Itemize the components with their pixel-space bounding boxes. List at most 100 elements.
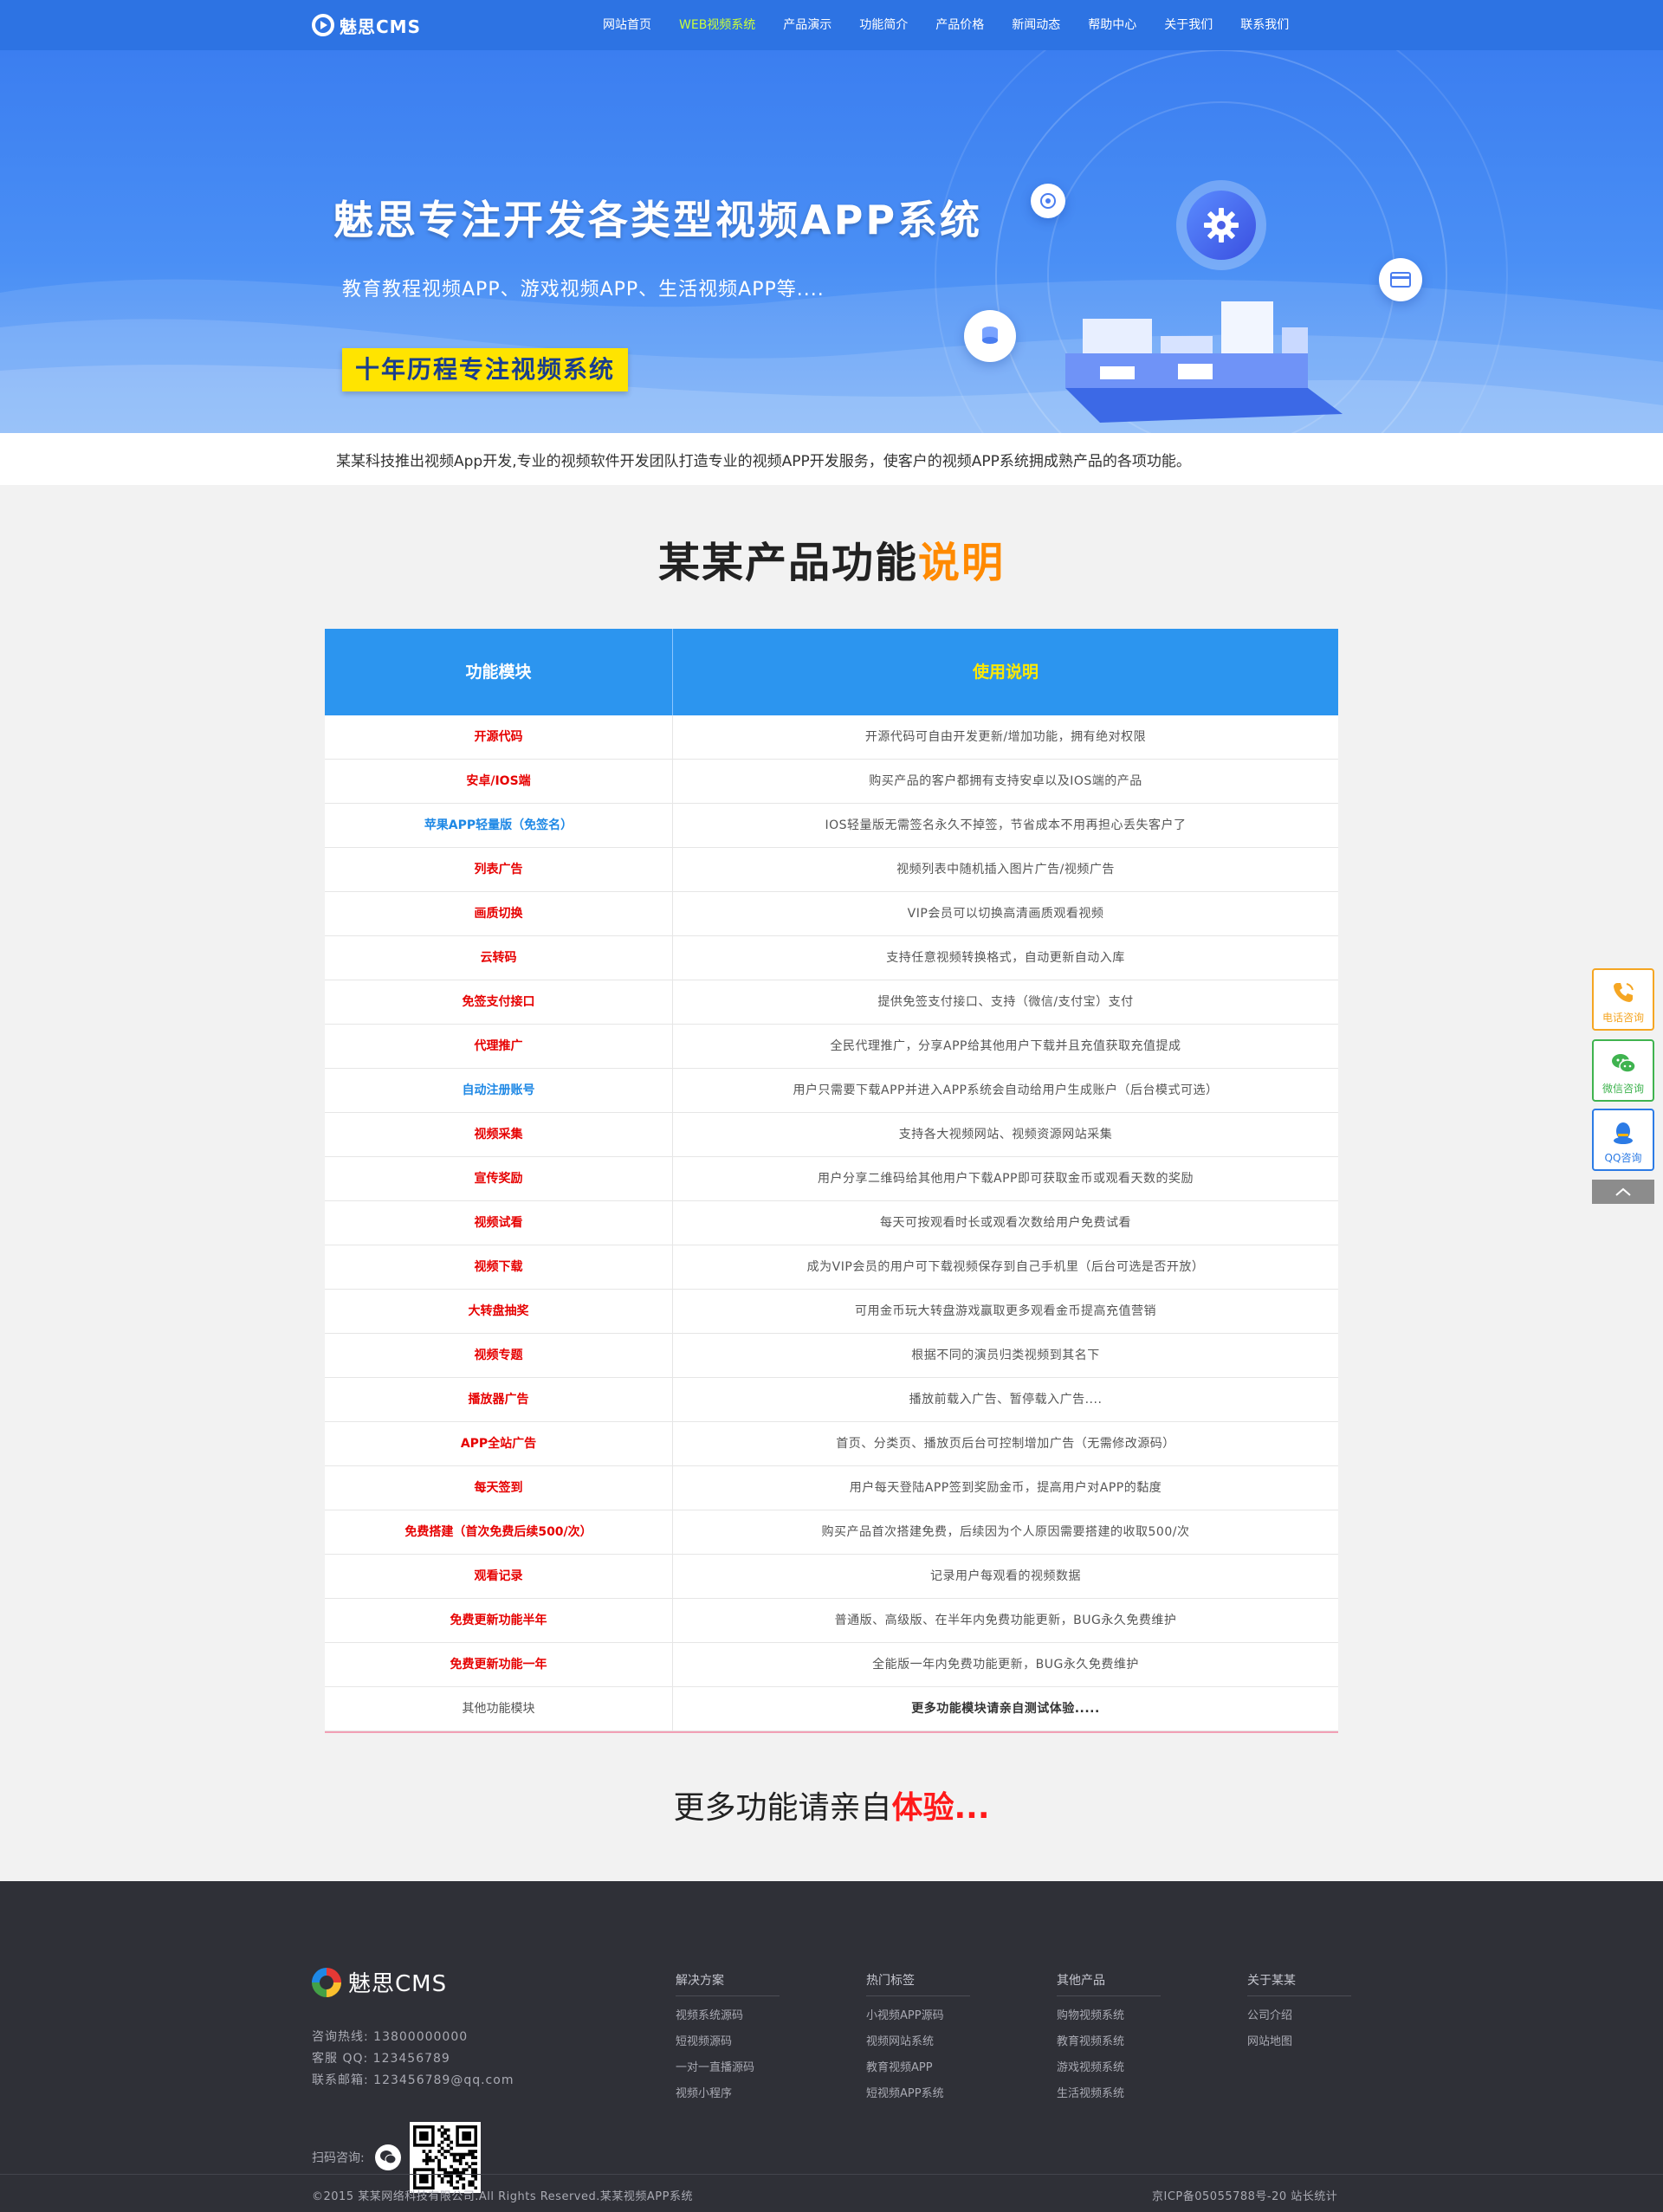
footer-link[interactable]: 教育视频系统 xyxy=(1057,2029,1161,2055)
footer-logo-text: 魅思CMS xyxy=(348,1971,448,1997)
feature-description-cell: 播放前载入广告、暂停载入广告.... xyxy=(909,1393,1103,1407)
back-to-top-button[interactable] xyxy=(1592,1180,1654,1204)
coins-icon xyxy=(964,310,1016,362)
phone-icon xyxy=(1609,979,1637,1006)
footer-bottom-bar: ©2015 某某网络科技有限公司.All Rights Reserved.某某视… xyxy=(0,2174,1663,2212)
feature-module-cell: 观看记录 xyxy=(325,1555,673,1598)
feature-description-cell: 首页、分类页、播放页后台可控制增加广告（无需修改源码） xyxy=(836,1437,1175,1451)
nav-item-help[interactable]: 帮助中心 xyxy=(1074,0,1150,50)
table-row: 播放器广告 播放前载入广告、暂停载入广告.... xyxy=(325,1378,1338,1422)
footer-link[interactable]: 购物视频系统 xyxy=(1057,2003,1161,2029)
feature-description-cell: 购买产品首次搭建免费，后续因为个人原因需要搭建的收取500/次 xyxy=(821,1525,1190,1539)
feature-module-cell: 免费更新功能半年 xyxy=(325,1599,673,1642)
section-title-main: 某某产品功能 xyxy=(657,539,918,587)
footer-logo[interactable]: 魅思CMS xyxy=(312,1966,447,1998)
table-row: 自动注册账号 用户只需要下载APP并进入APP系统会自动给用户生成账户（后台模式可… xyxy=(325,1069,1338,1113)
table-row: 视频试看 每天可按观看时长或观看次数给用户免费试看 xyxy=(325,1201,1338,1245)
banner-subtitle: 教育教程视频APP、游戏视频APP、生活视频APP等.... xyxy=(342,279,825,301)
feature-module-cell: 画质切换 xyxy=(325,892,673,935)
site-logo[interactable]: 魅思CMS xyxy=(312,12,421,38)
table-row: 免签支付接口 提供免签支付接口、支持（微信/支付宝）支付 xyxy=(325,980,1338,1025)
footer-column-about: 关于某某 公司介绍 网站地图 xyxy=(1247,1971,1351,2055)
feature-description-cell: 支持任意视频转换格式，自动更新自动入库 xyxy=(886,951,1125,965)
feature-module-cell: 苹果APP轻量版（免签名） xyxy=(325,804,673,847)
feature-module-cell: 每天签到 xyxy=(325,1466,673,1510)
site-footer: 魅思CMS 咨询热线: 13800000000 客服 QQ: 123456789… xyxy=(0,1881,1663,2212)
feature-description-cell: 每天可按观看时长或观看次数给用户免费试看 xyxy=(880,1216,1131,1230)
feature-description-cell: 成为VIP会员的用户可下载视频保存到自己手机里（后台可选是否开放） xyxy=(806,1260,1205,1274)
top-navbar: 魅思CMS 网站首页 WEB视频系统 产品演示 功能简介 产品价格 新闻动态 帮… xyxy=(0,0,1663,50)
footer-column-solutions: 解决方案 视频系统源码 短视频源码 一对一直播源码 视频小程序 xyxy=(676,1971,780,2107)
table-row: 开源代码 开源代码可自由开发更新/增加功能，拥有绝对权限 xyxy=(325,715,1338,760)
feature-description-cell: 视频列表中随机插入图片广告/视频广告 xyxy=(896,863,1115,876)
feature-module-cell: 播放器广告 xyxy=(325,1378,673,1421)
footer-column-title: 热门标签 xyxy=(866,1971,970,1996)
feature-module-cell: APP全站广告 xyxy=(325,1422,673,1465)
footer-link[interactable]: 公司介绍 xyxy=(1247,2003,1351,2029)
feature-description-cell: 根据不同的演员归类视频到其名下 xyxy=(911,1349,1100,1362)
footer-link[interactable]: 视频小程序 xyxy=(676,2081,780,2107)
nav-item-contact[interactable]: 联系我们 xyxy=(1226,0,1303,50)
table-row: APP全站广告 首页、分类页、播放页后台可控制增加广告（无需修改源码） xyxy=(325,1422,1338,1466)
footer-link[interactable]: 一对一直播源码 xyxy=(676,2055,780,2081)
intro-text: 某某科技推出视频App开发,专业的视频软件开发团队打造专业的视频APP开发服务，… xyxy=(336,453,1191,470)
nav-item-web-video-system[interactable]: WEB视频系统 xyxy=(665,0,769,50)
table-row: 宣传奖励 用户分享二维码给其他用户下载APP即可获取金币或观看天数的奖励 xyxy=(325,1157,1338,1201)
feature-description-cell: 提供免签支付接口、支持（微信/支付宝）支付 xyxy=(877,995,1134,1009)
feature-description-cell: IOS轻量版无需签名永久不掉签，节省成本不用再担心丢失客户了 xyxy=(825,818,1187,832)
table-row: 列表广告 视频列表中随机插入图片广告/视频广告 xyxy=(325,848,1338,892)
footer-link[interactable]: 游戏视频系统 xyxy=(1057,2055,1161,2081)
section-title-highlight: 说明 xyxy=(918,539,1006,587)
footer-link[interactable]: 视频系统源码 xyxy=(676,2003,780,2029)
footer-column-title: 解决方案 xyxy=(676,1971,780,1996)
footer-contact: 咨询热线: 13800000000 客服 QQ: 123456789 联系邮箱:… xyxy=(312,2027,514,2092)
feature-description-cell: 全民代理推广，分享APP给其他用户下载并且充值获取充值提成 xyxy=(830,1039,1181,1053)
feature-description-cell: 可用金币玩大转盘游戏赢取更多观看金币提高充值营销 xyxy=(855,1304,1156,1318)
table-row: 其他功能模块 更多功能模块请亲自测试体验..... xyxy=(325,1687,1338,1731)
footer-link[interactable]: 短视频APP系统 xyxy=(866,2081,970,2107)
contact-hotline: 咨询热线: 13800000000 xyxy=(312,2030,469,2044)
contact-email: 联系邮箱: 123456789@qq.com xyxy=(312,2073,514,2087)
nav-item-features[interactable]: 功能简介 xyxy=(845,0,922,50)
feature-table: 功能模块 使用说明 开源代码 开源代码可自由开发更新/增加功能，拥有绝对权限 安卓/… xyxy=(325,629,1338,1733)
table-row: 视频采集 支持各大视频网站、视频资源网站采集 xyxy=(325,1113,1338,1157)
nav-item-about[interactable]: 关于我们 xyxy=(1150,0,1226,50)
feature-module-cell: 列表广告 xyxy=(325,848,673,891)
nav-item-home[interactable]: 网站首页 xyxy=(589,0,665,50)
more-features-tagline: 更多功能请亲自体验... xyxy=(0,1782,1663,1827)
logo-text: 魅思CMS xyxy=(340,16,421,37)
nav-item-pricing[interactable]: 产品价格 xyxy=(922,0,998,50)
footer-link[interactable]: 小视频APP源码 xyxy=(866,2003,970,2029)
table-row: 视频专题 根据不同的演员归类视频到其名下 xyxy=(325,1334,1338,1378)
wechat-consult-button[interactable]: 微信咨询 xyxy=(1592,1039,1654,1102)
footer-link[interactable]: 视频网站系统 xyxy=(866,2029,970,2055)
table-row: 画质切换 VIP会员可以切换高清画质观看视频 xyxy=(325,892,1338,936)
feature-description-cell: 更多功能模块请亲自测试体验..... xyxy=(911,1702,1100,1716)
feature-module-cell: 云转码 xyxy=(325,936,673,980)
nav-item-demo[interactable]: 产品演示 xyxy=(769,0,845,50)
feature-description-cell: 用户只需要下载APP并进入APP系统会自动给用户生成账户（后台模式可选） xyxy=(793,1083,1219,1097)
phone-consult-button[interactable]: 电话咨询 xyxy=(1592,968,1654,1031)
feature-description-cell: 全能版一年内免费功能更新，BUG永久免费维护 xyxy=(872,1658,1139,1672)
card-icon xyxy=(1379,258,1422,301)
column-header-module: 功能模块 xyxy=(325,629,673,715)
contact-qq: 客服 QQ: 123456789 xyxy=(312,2052,450,2066)
footer-link[interactable]: 生活视频系统 xyxy=(1057,2081,1161,2107)
phone-consult-label: 电话咨询 xyxy=(1602,1012,1644,1024)
feature-module-cell: 宣传奖励 xyxy=(325,1157,673,1200)
footer-link[interactable]: 教育视频APP xyxy=(866,2055,970,2081)
feature-description-cell: 用户每天登陆APP签到奖励金币，提高用户对APP的黏度 xyxy=(849,1481,1162,1495)
footer-link[interactable]: 短视频源码 xyxy=(676,2029,780,2055)
table-row: 云转码 支持任意视频转换格式，自动更新自动入库 xyxy=(325,936,1338,980)
chevron-up-icon xyxy=(1615,1187,1631,1196)
wechat-icon xyxy=(374,2144,401,2170)
nav-item-news[interactable]: 新闻动态 xyxy=(998,0,1074,50)
scan-label: 扫码咨询: xyxy=(312,2151,365,2165)
section-title: 某某产品功能说明 xyxy=(0,528,1663,589)
table-row: 每天签到 用户每天登陆APP签到奖励金币，提高用户对APP的黏度 xyxy=(325,1466,1338,1510)
column-header-description: 使用说明 xyxy=(972,663,1039,682)
hero-banner: 魅思专注开发各类型视频APP系统 教育教程视频APP、游戏视频APP、生活视频A… xyxy=(0,50,1663,433)
footer-link[interactable]: 网站地图 xyxy=(1247,2029,1351,2055)
icp-record[interactable]: 京ICP备05055788号-20 站长统计 xyxy=(1152,2187,1337,2203)
qq-consult-button[interactable]: QQ咨询 xyxy=(1592,1109,1654,1171)
